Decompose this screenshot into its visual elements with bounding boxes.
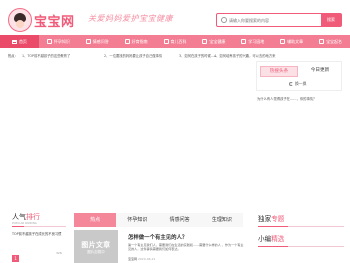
nav-item-naming[interactable]: 宝宝起名	[311, 35, 350, 48]
popular-title-accent: 排行	[26, 213, 40, 221]
tab-physiology[interactable]: 生理知识	[201, 213, 243, 227]
tab-today-update[interactable]: 今日更新	[301, 66, 339, 77]
nav-item-pregnancy[interactable]: 怀孕知识	[39, 35, 78, 48]
nav-label: 宝宝起名	[326, 38, 343, 44]
popular-title: 人气排行	[12, 212, 40, 222]
nav-item-home[interactable]: 首页	[0, 35, 39, 48]
exclusive-title-accent: 专题	[271, 215, 285, 223]
article-meta: 宝宝网 2020-06-21	[128, 257, 155, 261]
nav-label: 育儿百科	[170, 38, 187, 44]
nav-item-qa[interactable]: 情感问答	[78, 35, 117, 48]
tab-hot-search[interactable]: 热搜头条	[260, 66, 298, 77]
article-date: 2020-06-21	[137, 257, 156, 261]
encyclopedia-icon	[163, 39, 169, 44]
ticker-label: 热点：	[8, 54, 18, 58]
nav-item-health[interactable]: 宝宝健康	[194, 35, 233, 48]
search-button[interactable]: 搜索	[321, 14, 341, 26]
article-author: 宝宝网	[128, 257, 138, 261]
naming-icon	[319, 39, 325, 44]
site-brand[interactable]: 宝宝网	[34, 11, 75, 30]
refresh-button[interactable]: 换一换	[289, 81, 306, 87]
search-icon	[221, 17, 227, 23]
pregnancy-icon	[46, 39, 52, 44]
tab-qa[interactable]: 情感问答	[159, 213, 201, 227]
popular-item[interactable]: TOP前不越孩子在成长的不良习惯	[12, 232, 66, 237]
nav-label: 首页	[18, 38, 27, 44]
ticker-item[interactable]: 1、TOP前不越孩子的这些教育了	[22, 53, 70, 58]
guide-icon	[124, 39, 130, 44]
exclusive-title-plain: 独家	[258, 215, 272, 223]
thumbnail-subtext: 图片加载中	[87, 250, 105, 254]
tab-pregnancy[interactable]: 怀孕知识	[116, 213, 158, 227]
editor-title-accent: 精选	[271, 235, 285, 243]
nav-label: 怀孕知识	[53, 38, 70, 44]
page: 宝宝网 关爱妈妈爱护宝宝健康 搜索 首页 怀孕知识 情感问答 好育指南 育儿百科	[0, 0, 350, 263]
site-slogan: 关爱妈妈爱护宝宝健康	[88, 14, 173, 23]
article-thumbnail[interactable]: 图片文章 图片加载中	[74, 230, 118, 263]
popular-subtitle: POPULAR RANKING	[12, 222, 37, 225]
side-note[interactable]: 为什么有人觉得孩子在……，你的事情？	[257, 96, 316, 101]
search-input[interactable]	[229, 14, 319, 26]
chat-icon	[85, 39, 91, 44]
ticker-item[interactable]: 4、如何培养孩子的兴趣，可以去的地方来	[214, 53, 275, 58]
hot-search-box: 热搜头条 今日更新 换一换	[256, 61, 342, 91]
divider	[258, 226, 344, 227]
ticker-item[interactable]: 2、一位要找的妈妈要让孩子自己做事情	[104, 53, 162, 58]
refresh-icon	[289, 82, 293, 86]
editor-pick-title: 小编精选	[258, 233, 284, 243]
article-description: 第一个有主见我们人，需要我们在生活的实践和……需要什么样的人 ，作为一个有主见的…	[128, 243, 244, 252]
study-icon	[241, 39, 247, 44]
divider	[12, 226, 66, 227]
logo-icon[interactable]	[8, 8, 32, 32]
nav-label: 好育指南	[131, 38, 148, 44]
article-icon	[280, 39, 286, 44]
nav-item-articles[interactable]: 辅助文章	[272, 35, 311, 48]
search-box: 搜索	[216, 13, 342, 27]
main-nav: 首页 怀孕知识 情感问答 好育指南 育儿百科 宝宝健康 学习园地 辅助文章 宝宝…	[0, 35, 350, 48]
nav-label: 宝宝健康	[209, 38, 226, 44]
view-count: 326	[56, 251, 62, 255]
content-tabs: 热点 怀孕知识 情感问答 生理知识	[74, 213, 243, 227]
editor-title-plain: 小编	[258, 235, 272, 243]
nav-item-encyclopedia[interactable]: 育儿百科	[156, 35, 195, 48]
exclusive-title: 独家专题	[258, 213, 284, 223]
nav-label: 辅助文章	[287, 38, 304, 44]
nav-label: 情感问答	[92, 38, 109, 44]
nav-label: 学习园地	[248, 38, 265, 44]
thumbnail-text: 图片文章	[81, 241, 111, 249]
article-title[interactable]: 怎样做一个有主见的人？	[128, 233, 187, 241]
nav-item-study[interactable]: 学习园地	[233, 35, 272, 48]
tab-hot[interactable]: 热点	[74, 213, 117, 227]
ticker-item[interactable]: 3、如何在孩子的时候……	[179, 53, 217, 58]
home-icon	[11, 39, 17, 44]
popular-title-plain: 人气	[12, 213, 26, 221]
rank-badge: 1	[12, 255, 19, 262]
hot-ticker: 热点： 1、TOP前不越孩子的这些教育了 2、一位要找的妈妈要让孩子自己做事情 …	[0, 51, 350, 60]
nav-item-guide[interactable]: 好育指南	[117, 35, 156, 48]
health-icon	[202, 39, 208, 44]
refresh-label: 换一换	[295, 81, 307, 86]
divider	[258, 246, 344, 247]
